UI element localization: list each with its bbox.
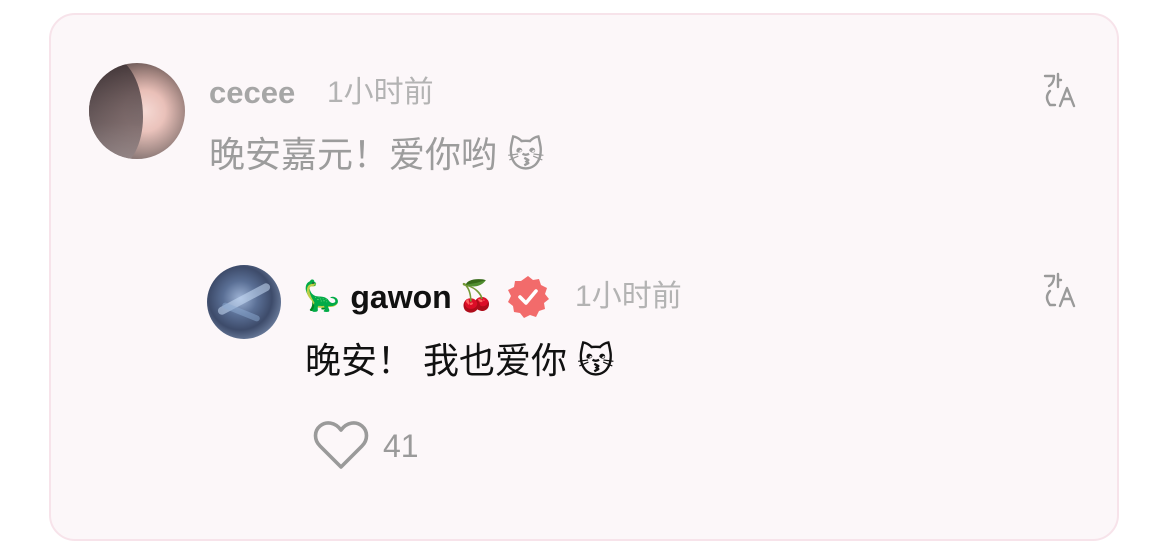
heart-outline-icon[interactable] xyxy=(313,421,369,471)
avatar-shade xyxy=(89,63,185,159)
dinosaur-emoji: 🦕 xyxy=(303,280,341,313)
comment-card: cecee 1小时前 晚安嘉元！爱你哟 😽 🦕 gawon 🍒 1小时前 晚安！… xyxy=(49,13,1119,541)
like-row: 41 xyxy=(313,421,419,471)
username-parent[interactable]: cecee xyxy=(209,73,295,113)
translate-icon[interactable] xyxy=(1041,71,1079,109)
translate-icon[interactable] xyxy=(1041,271,1079,309)
comment-text-reply: 晚安！ 我也爱你 😽 xyxy=(305,340,615,381)
verified-badge-icon xyxy=(508,276,550,318)
avatar[interactable] xyxy=(207,265,281,339)
avatar[interactable] xyxy=(89,63,185,159)
timestamp-reply: 1小时前 xyxy=(575,280,682,313)
reply-header: 🦕 gawon 🍒 1小时前 xyxy=(303,275,682,319)
cherry-emoji: 🍒 xyxy=(457,280,496,313)
comment-text-parent: 晚安嘉元！爱你哟 😽 xyxy=(209,134,545,175)
timestamp-parent: 1小时前 xyxy=(327,76,434,109)
like-count: 41 xyxy=(383,428,419,464)
username-reply[interactable]: gawon xyxy=(350,277,451,317)
